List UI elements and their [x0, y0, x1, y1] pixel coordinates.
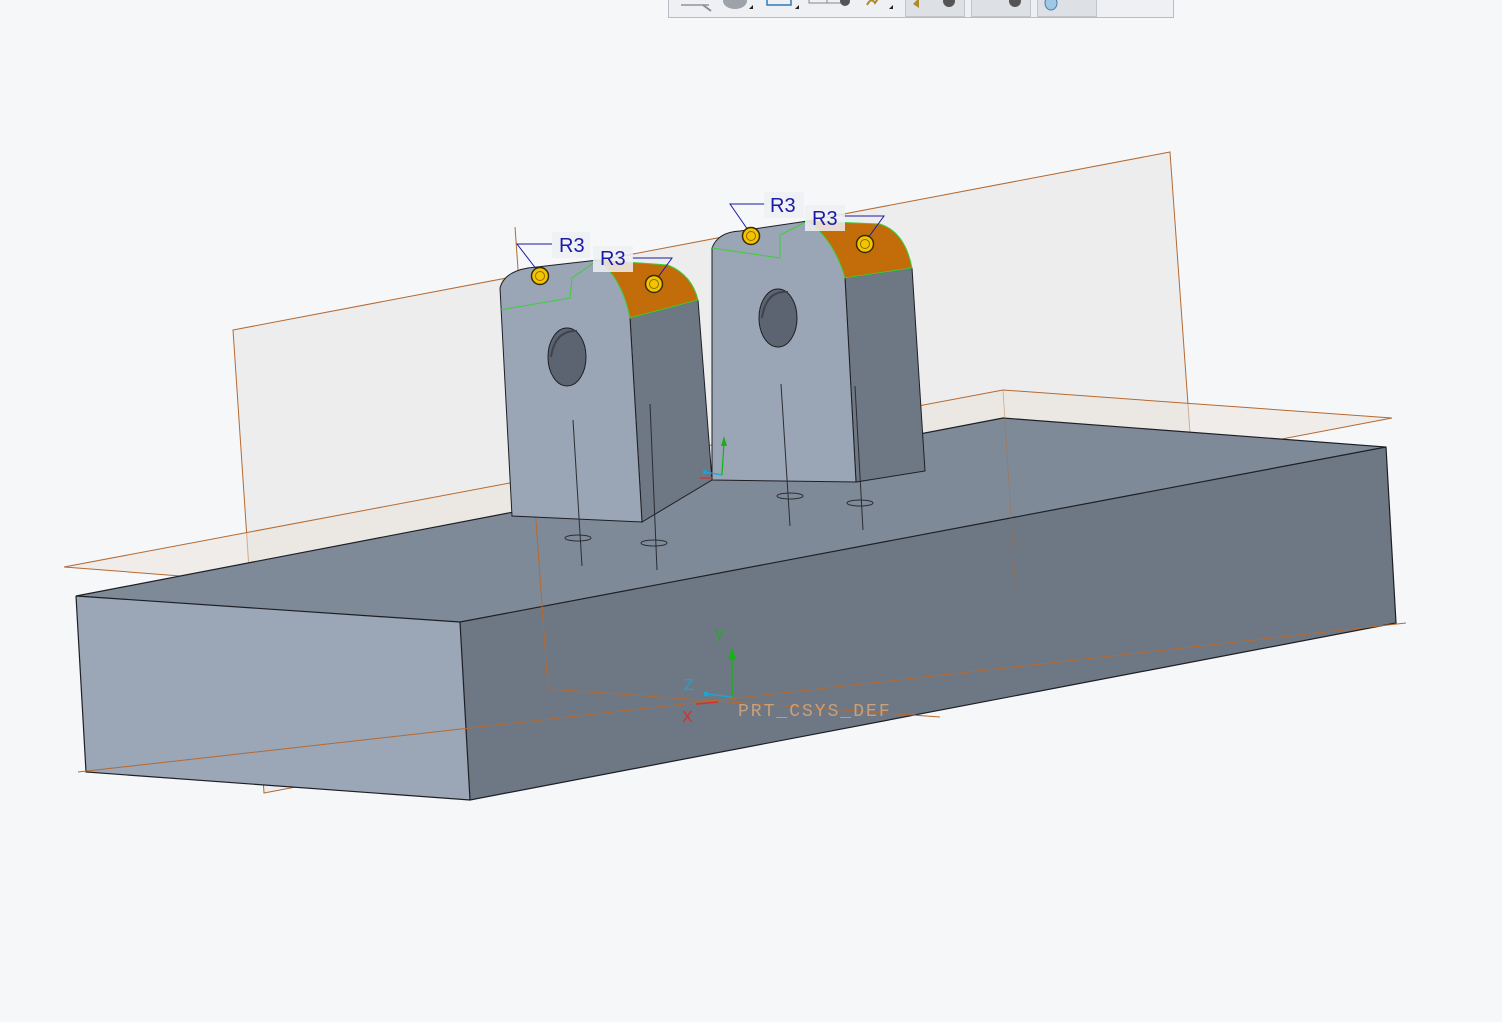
base-front-face[interactable] [76, 596, 470, 800]
left-ear-hole[interactable] [547, 327, 587, 387]
drag-handle-3[interactable] [741, 226, 761, 246]
zoom-icon [681, 3, 712, 12]
right-ear-front-face[interactable] [711, 220, 857, 483]
csys-name-label: PRT_CSYS_DEF [738, 702, 892, 722]
saved-views-button[interactable] [807, 0, 853, 15]
model-scene[interactable]: R3 R3 R3 R3 Y Z X PRT_CSYS_DEF [0, 0, 1502, 1022]
drag-handle-1[interactable] [530, 266, 550, 286]
annotation-display-button[interactable] [859, 0, 899, 15]
right-ear-hole[interactable] [758, 288, 798, 348]
graphics-window[interactable]: R3 R3 R3 R3 Y Z X PRT_CSYS_DEF [0, 0, 1502, 1022]
shading-button[interactable] [721, 0, 755, 15]
dimension-r3-2[interactable]: R3 [600, 248, 626, 270]
right-ear-side-face[interactable] [844, 267, 926, 483]
csys-axis-y-label: Y [714, 628, 725, 645]
dimension-r3-1[interactable]: R3 [559, 235, 585, 257]
shading-sphere-icon [723, 0, 753, 9]
dimension-r3-4[interactable]: R3 [812, 208, 838, 230]
saved-views-icon [808, 0, 850, 6]
view-box-button[interactable] [761, 0, 801, 15]
datum-display-group [905, 0, 965, 17]
appearance-group [1037, 0, 1097, 17]
drag-handle-4[interactable] [855, 234, 875, 254]
dimension-r3-3[interactable]: R3 [770, 195, 796, 217]
spin-center-group [971, 0, 1031, 17]
drag-handle-2[interactable] [644, 274, 664, 294]
view-box-icon [766, 0, 799, 9]
left-ear-front-face[interactable] [499, 259, 643, 523]
graphics-toolbar [668, 0, 1174, 18]
datum-display-icon[interactable] [909, 0, 961, 14]
annotation-display-icon [866, 0, 893, 9]
zoom-button[interactable] [675, 0, 715, 15]
csys-axis-x-label: X [682, 709, 693, 726]
spin-center-icon[interactable] [975, 0, 1027, 14]
csys-axis-z-label: Z [684, 677, 694, 694]
appearance-icon[interactable] [1041, 0, 1093, 14]
